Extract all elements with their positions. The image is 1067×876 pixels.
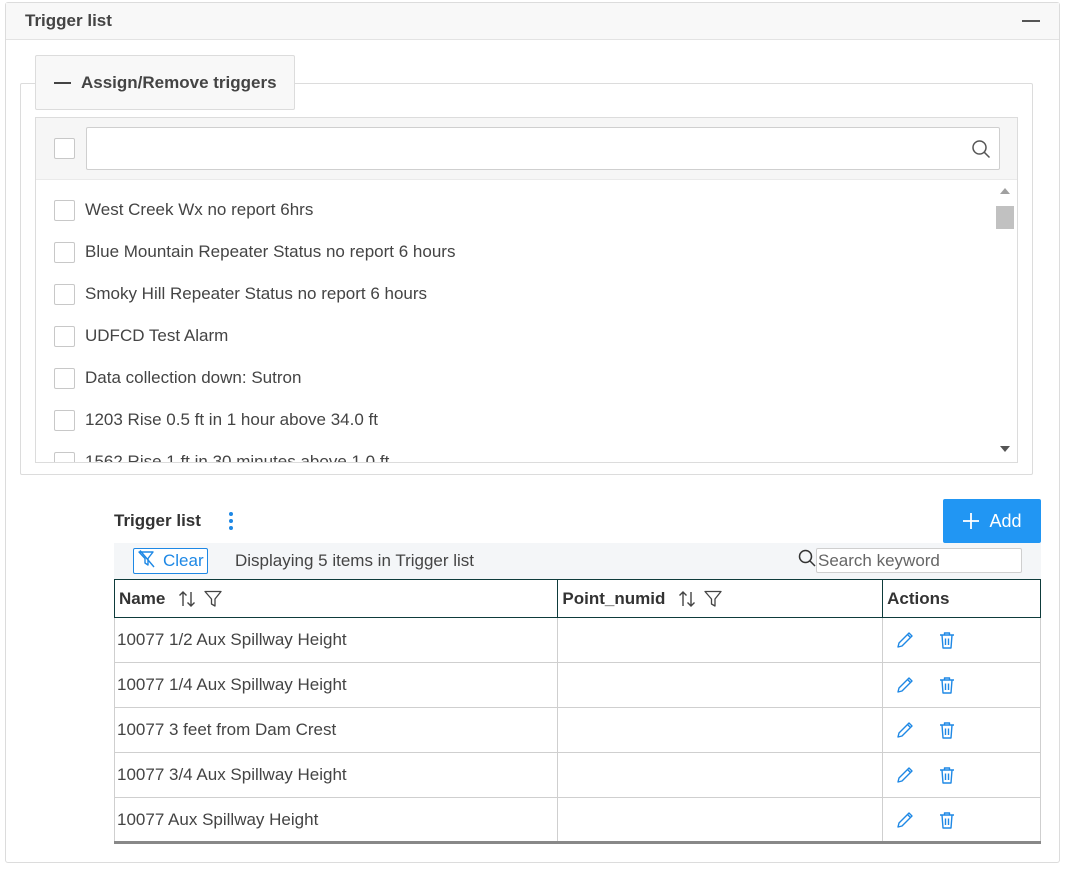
search-icon[interactable] xyxy=(971,139,991,164)
trigger-options-list: West Creek Wx no report 6hrs Blue Mountai… xyxy=(36,180,994,463)
cell-point-numid xyxy=(557,752,884,798)
grid-header-row: Name Point_numid Actions xyxy=(113,579,1041,618)
minus-icon xyxy=(54,81,71,84)
column-name-label: Name xyxy=(119,588,166,608)
cell-name: 10077 Aux Spillway Height xyxy=(113,797,559,844)
cell-name: 10077 3/4 Aux Spillway Height xyxy=(113,752,559,798)
trash-icon[interactable] xyxy=(937,765,957,785)
trigger-option-label: Smoky Hill Repeater Status no report 6 h… xyxy=(85,284,428,303)
trigger-option-label: 1562 Rise 1 ft in 30 minutes above 1.0 f… xyxy=(85,452,390,463)
cell-point-numid xyxy=(557,797,884,844)
table-row[interactable]: 10077 1/4 Aux Spillway Height xyxy=(113,662,1041,708)
trash-icon[interactable] xyxy=(937,630,957,650)
cell-actions xyxy=(882,752,1041,798)
column-point-numid-label: Point_numid xyxy=(562,588,666,608)
trigger-option[interactable]: Blue Mountain Repeater Status no report … xyxy=(36,231,994,273)
scroll-thumb[interactable] xyxy=(996,206,1014,229)
kebab-menu-icon[interactable] xyxy=(224,510,238,532)
trigger-option[interactable]: Data collection down: Sutron xyxy=(36,357,994,399)
filter-icon[interactable] xyxy=(203,589,223,609)
column-point-numid[interactable]: Point_numid xyxy=(557,579,884,618)
trigger-option-label: Data collection down: Sutron xyxy=(85,368,302,387)
table-row[interactable]: 10077 Aux Spillway Height xyxy=(113,797,1041,844)
listbox-header xyxy=(36,118,1017,180)
listbox-scrollbar[interactable] xyxy=(993,180,1017,462)
trigger-option-checkbox[interactable] xyxy=(54,199,75,221)
clear-filter-button[interactable]: Clear xyxy=(133,548,208,574)
pencil-icon[interactable] xyxy=(895,810,915,830)
table-row[interactable]: 10077 3/4 Aux Spillway Height xyxy=(113,752,1041,798)
sort-icon[interactable] xyxy=(177,589,197,609)
trigger-grid: Name Point_numid Actions 10077 1/2 Aux S… xyxy=(113,579,1041,844)
listbox-search xyxy=(86,127,1000,170)
pencil-icon[interactable] xyxy=(895,675,915,695)
search-icon xyxy=(798,549,816,572)
scroll-up-icon[interactable] xyxy=(1000,188,1010,194)
table-row[interactable]: 10077 3 feet from Dam Crest xyxy=(113,707,1041,753)
collapse-icon[interactable] xyxy=(1021,11,1041,31)
trigger-option-label: Blue Mountain Repeater Status no report … xyxy=(85,242,456,261)
column-actions: Actions xyxy=(882,579,1041,618)
trigger-option-checkbox[interactable] xyxy=(54,241,75,263)
pencil-icon[interactable] xyxy=(895,720,915,740)
sort-icon[interactable] xyxy=(677,589,697,609)
scroll-down-icon[interactable] xyxy=(1000,446,1010,452)
trigger-option-checkbox[interactable] xyxy=(54,283,75,305)
cell-actions xyxy=(882,617,1041,663)
trash-icon[interactable] xyxy=(937,720,957,740)
table-row[interactable]: 10077 1/2 Aux Spillway Height xyxy=(113,617,1041,663)
add-button-label: Add xyxy=(989,510,1022,531)
trash-icon[interactable] xyxy=(937,810,957,830)
trigger-option[interactable]: 1562 Rise 1 ft in 30 minutes above 1.0 f… xyxy=(36,441,994,463)
column-actions-label: Actions xyxy=(887,588,950,608)
grid-toolbar: Clear Displaying 5 items in Trigger list xyxy=(114,543,1041,579)
cell-name: 10077 1/2 Aux Spillway Height xyxy=(113,617,559,663)
add-button[interactable]: Add xyxy=(943,499,1041,543)
cell-point-numid xyxy=(557,617,884,663)
panel-title: Trigger list xyxy=(25,11,112,30)
trigger-option-label: UDFCD Test Alarm xyxy=(85,326,229,345)
grid-body: 10077 1/2 Aux Spillway Height 10077 1/4 A… xyxy=(113,617,1041,844)
trigger-option-label: 1203 Rise 0.5 ft in 1 hour above 34.0 ft xyxy=(85,410,378,429)
cell-name: 10077 3 feet from Dam Crest xyxy=(113,707,559,753)
trash-icon[interactable] xyxy=(937,675,957,695)
trigger-option[interactable]: West Creek Wx no report 6hrs xyxy=(36,189,994,231)
keyword-search-input[interactable] xyxy=(816,548,1022,573)
cell-name: 10077 1/4 Aux Spillway Height xyxy=(113,662,559,708)
assign-remove-toggle[interactable]: Assign/Remove triggers xyxy=(35,55,295,110)
pencil-icon[interactable] xyxy=(895,765,915,785)
trigger-option-label: West Creek Wx no report 6hrs xyxy=(85,200,314,219)
trigger-option-checkbox[interactable] xyxy=(54,325,75,347)
trigger-option[interactable]: UDFCD Test Alarm xyxy=(36,315,994,357)
trigger-option-checkbox[interactable] xyxy=(54,451,75,462)
cell-actions xyxy=(882,797,1041,844)
cell-point-numid xyxy=(557,662,884,708)
trigger-option[interactable]: 1203 Rise 0.5 ft in 1 hour above 34.0 ft xyxy=(36,399,994,441)
column-name[interactable]: Name xyxy=(113,579,559,618)
listbox-search-input[interactable] xyxy=(87,128,947,169)
cell-actions xyxy=(882,707,1041,753)
trigger-option-checkbox[interactable] xyxy=(54,409,75,431)
clear-label: Clear xyxy=(163,551,204,570)
assign-remove-label: Assign/Remove triggers xyxy=(81,72,277,92)
grid-title: Trigger list xyxy=(114,511,201,530)
filter-clear-icon xyxy=(137,549,157,574)
pencil-icon[interactable] xyxy=(895,630,915,650)
cell-point-numid xyxy=(557,707,884,753)
plus-icon xyxy=(963,513,980,529)
cell-actions xyxy=(882,662,1041,708)
keyword-search xyxy=(798,548,1022,573)
trigger-option[interactable]: Smoky Hill Repeater Status no report 6 h… xyxy=(36,273,994,315)
trigger-option-checkbox[interactable] xyxy=(54,367,75,389)
select-all-checkbox[interactable] xyxy=(54,138,75,159)
trigger-listbox: West Creek Wx no report 6hrs Blue Mountai… xyxy=(35,117,1018,463)
panel-header: Trigger list xyxy=(6,3,1059,40)
item-count-text: Displaying 5 items in Trigger list xyxy=(235,551,475,570)
filter-icon[interactable] xyxy=(703,589,723,609)
